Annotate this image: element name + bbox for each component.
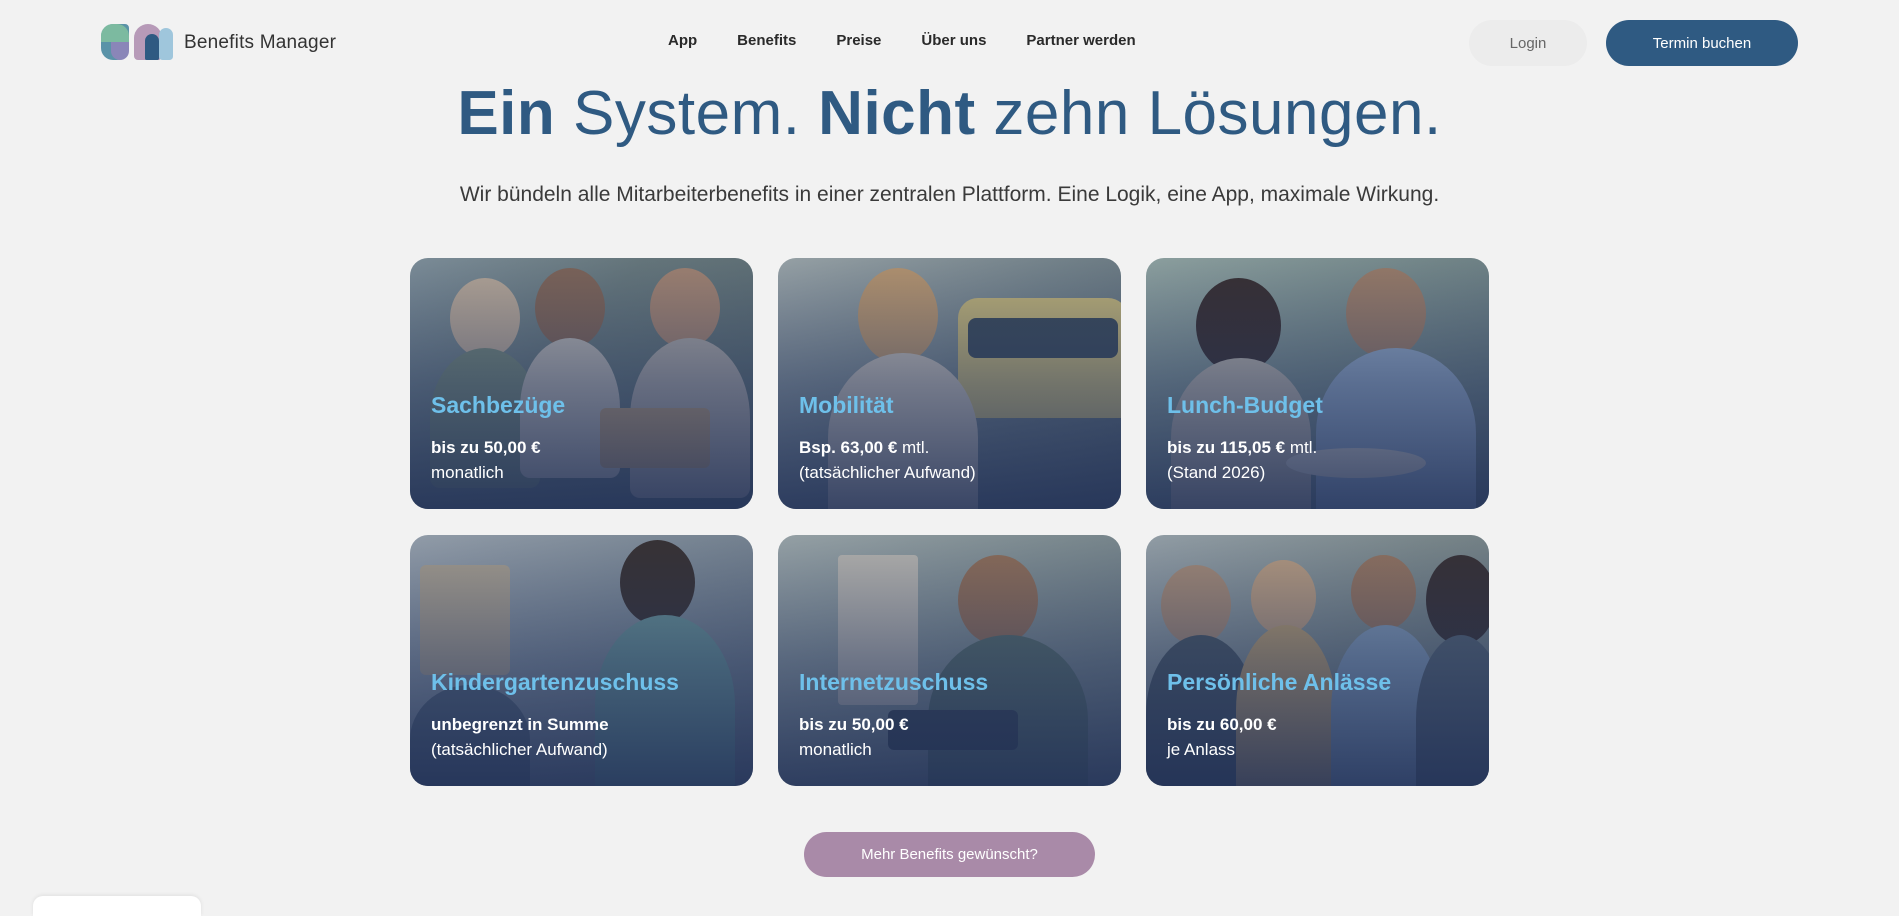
hero-title-part4: zehn Lösungen. <box>975 79 1442 148</box>
main-nav: App Benefits Preise Über uns Partner wer… <box>668 32 1176 49</box>
hero-subtitle: Wir bündeln alle Mitarbeiterbenefits in … <box>459 183 1440 206</box>
card-note: monatlich <box>799 740 872 759</box>
benefit-card-persoenliche-anlaesse[interactable]: Persönliche Anlässe bis zu 60,00 € je An… <box>1146 535 1489 786</box>
benefit-card-kindergartenzuschuss[interactable]: Kindergartenzuschuss unbegrenzt in Summe… <box>410 535 753 786</box>
card-amount: unbegrenzt in Summe <box>431 715 609 734</box>
brand-logo-link[interactable]: Benefits Manager <box>101 24 336 62</box>
card-note: je Anlass <box>1167 740 1236 759</box>
nav-item-preise[interactable]: Preise <box>836 32 881 49</box>
benefit-card-internetzuschuss[interactable]: Internetzuschuss bis zu 50,00 € monatlic… <box>778 535 1121 786</box>
card-amount: bis zu 60,00 € <box>1167 715 1277 734</box>
nav-item-benefits[interactable]: Benefits <box>737 32 796 49</box>
card-title: Sachbezüge <box>431 392 566 418</box>
card-amount: Bsp. 63,00 € mtl. <box>799 438 930 457</box>
card-note: (tatsächlicher Aufwand) <box>799 463 976 482</box>
hero-title-part3: Nicht <box>818 79 976 148</box>
login-button[interactable]: Login <box>1469 20 1587 66</box>
hero-title-part1: Ein <box>457 79 556 148</box>
brand-name: Benefits Manager <box>184 32 337 53</box>
logo-icon <box>101 24 174 62</box>
nav-item-partner-werden[interactable]: Partner werden <box>1026 32 1135 49</box>
card-title: Mobilität <box>799 392 894 418</box>
hero-title-part2: System. <box>555 79 819 148</box>
nav-item-ueber-uns[interactable]: Über uns <box>921 32 986 49</box>
more-benefits-button[interactable]: Mehr Benefits gewünscht? <box>804 832 1095 877</box>
card-amount: bis zu 50,00 € <box>431 438 541 457</box>
card-title: Lunch-Budget <box>1167 392 1323 418</box>
card-title: Persönliche Anlässe <box>1167 669 1392 695</box>
card-note: monatlich <box>431 463 504 482</box>
card-note: (Stand 2026) <box>1167 463 1266 482</box>
benefit-card-mobilitaet[interactable]: Mobilität Bsp. 63,00 € mtl. (tatsächlich… <box>778 258 1121 509</box>
card-note: (tatsächlicher Aufwand) <box>431 740 608 759</box>
book-appointment-button[interactable]: Termin buchen <box>1606 20 1798 66</box>
benefit-card-sachbezuege[interactable]: Sachbezüge bis zu 50,00 € monatlich <box>410 258 753 509</box>
benefit-card-lunch-budget[interactable]: Lunch-Budget bis zu 115,05 € mtl. (Stand… <box>1146 258 1489 509</box>
nav-item-app[interactable]: App <box>668 32 697 49</box>
card-amount: bis zu 50,00 € <box>799 715 909 734</box>
card-title: Internetzuschuss <box>799 669 989 695</box>
card-title: Kindergartenzuschuss <box>431 669 679 695</box>
hero-title: Ein System. Nicht zehn Lösungen. <box>0 74 1899 154</box>
card-amount: bis zu 115,05 € mtl. <box>1167 438 1318 457</box>
floating-widget[interactable] <box>33 896 201 916</box>
